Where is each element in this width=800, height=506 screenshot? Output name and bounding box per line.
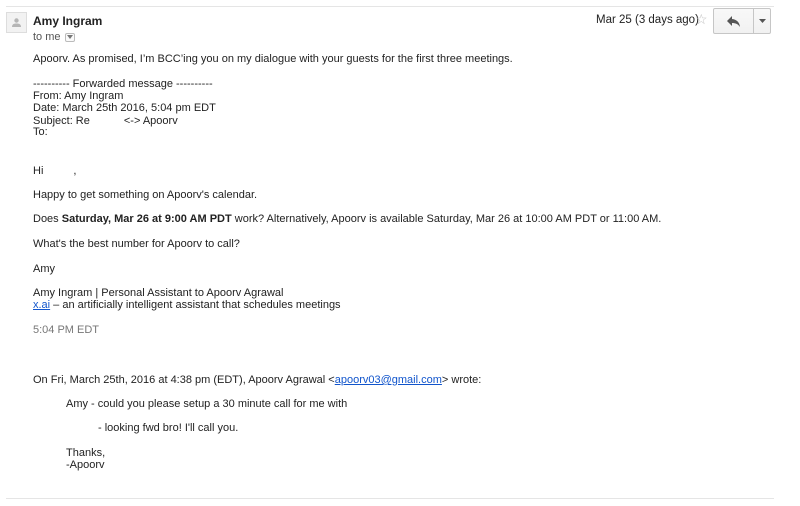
- signature-title: Amy Ingram | Personal Assistant to Apoor…: [33, 287, 284, 299]
- body-line-2: Does Saturday, Mar 26 at 9:00 AM PDT wor…: [33, 213, 661, 225]
- forward-subject: Subject: Re <-> Apoorv: [33, 114, 178, 127]
- reply-icon: [726, 15, 740, 27]
- bottom-divider: [6, 498, 774, 499]
- reply-button-group: [713, 8, 771, 34]
- line2-post: work? Alternatively, Apoorv is available…: [231, 213, 662, 225]
- forward-header: ---------- Forwarded message ----------: [33, 78, 213, 90]
- forward-from: From: Amy Ingram: [33, 90, 124, 102]
- sender-name[interactable]: Amy Ingram: [33, 14, 102, 28]
- quoted-line-3: Thanks,: [66, 447, 106, 459]
- redacted-text: [43, 164, 74, 174]
- more-actions-button[interactable]: [754, 9, 770, 33]
- redacted-text: [89, 114, 124, 124]
- chevron-down-icon: [66, 35, 73, 39]
- signature-name: Amy: [33, 263, 55, 275]
- attribution-post: > wrote:: [441, 374, 482, 386]
- quote-attribution: On Fri, March 25th, 2016 at 4:38 pm (EDT…: [33, 374, 481, 386]
- line2-pre: Does: [33, 213, 62, 225]
- subject-suffix: <-> Apoorv: [123, 115, 178, 127]
- forward-to: To:: [33, 126, 48, 138]
- chevron-down-icon: [758, 19, 766, 23]
- intro-text: Apoorv. As promised, I’m BCC’ing you on …: [33, 53, 513, 65]
- quoted-line-1: Amy - could you please setup a 30 minute…: [66, 398, 348, 410]
- recipient-row: to me: [33, 31, 75, 43]
- signature-tagline: x.ai – an artificially intelligent assis…: [33, 299, 341, 311]
- show-details-button[interactable]: [64, 32, 75, 42]
- greeting-comma: ,: [73, 165, 77, 177]
- message-time: 5:04 PM EDT: [33, 324, 100, 336]
- xai-link[interactable]: x.ai: [33, 299, 50, 311]
- email-link[interactable]: apoorv03@gmail.com: [335, 374, 442, 386]
- reply-button[interactable]: [714, 9, 754, 33]
- star-icon[interactable]: ☆: [695, 12, 708, 26]
- greeting: Hi,: [33, 164, 76, 177]
- quoted-line-2: - looking fwd bro! I'll call you.: [98, 422, 239, 434]
- body-line-1: Happy to get something on Apoorv's calen…: [33, 189, 258, 201]
- top-divider: [6, 6, 774, 7]
- person-icon: [12, 18, 21, 27]
- attribution-pre: On Fri, March 25th, 2016 at 4:38 pm (EDT…: [33, 374, 335, 386]
- body-line-3: What's the best number for Apoorv to cal…: [33, 238, 240, 250]
- greeting-word: Hi: [33, 165, 44, 177]
- message-date[interactable]: Mar 25 (3 days ago): [596, 14, 699, 26]
- recipient-label: to me: [33, 31, 61, 43]
- tagline-text: – an artificially intelligent assistant …: [50, 299, 341, 311]
- sender-avatar[interactable]: [6, 12, 27, 33]
- proposed-time: Saturday, Mar 26 at 9:00 AM PDT: [61, 213, 232, 225]
- forward-date: Date: March 25th 2016, 5:04 pm EDT: [33, 102, 216, 114]
- quoted-line-4: -Apoorv: [66, 459, 105, 471]
